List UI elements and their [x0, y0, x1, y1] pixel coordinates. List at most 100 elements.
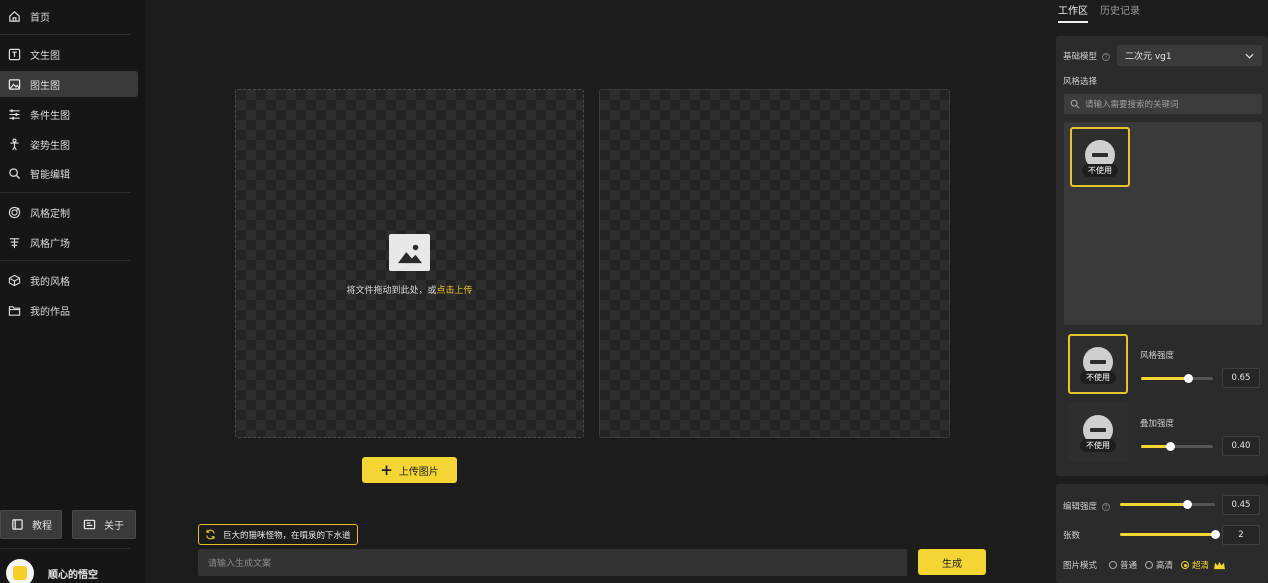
upload-button-label: 上传图片 — [398, 466, 439, 478]
sidebar-item-smart-edit[interactable]: 智能编辑 — [0, 160, 138, 186]
tab-history[interactable]: 历史记录 — [1100, 2, 1140, 23]
suggestion-text: 巨大的猫咪怪物，在噴泉的下水道 — [223, 530, 351, 541]
sidebar-item-pose[interactable]: 姿势生图 — [0, 131, 138, 157]
sidebar-item-label: 风格广场 — [30, 238, 70, 250]
sidebar-divider — [0, 548, 130, 549]
crown-icon — [1214, 561, 1225, 569]
radio-label: 普通 — [1120, 561, 1138, 571]
my-works-icon — [8, 304, 21, 317]
style-tile-none[interactable]: 不使用 — [1070, 127, 1130, 187]
picture-icon[interactable] — [389, 234, 430, 271]
sidebar-item-image-to-image[interactable]: 图生图 — [0, 71, 138, 97]
slider-fill — [1141, 377, 1188, 380]
sidebar-item-label: 我的作品 — [30, 306, 70, 318]
radio-icon — [1181, 561, 1190, 569]
prompt-suggestion[interactable]: 巨大的猫咪怪物，在噴泉的下水道 — [198, 524, 358, 545]
slider-handle[interactable] — [1211, 530, 1220, 539]
sidebar-item-condition[interactable]: 条件生图 — [0, 101, 138, 127]
pose-icon — [8, 138, 21, 151]
avatar-face-icon — [13, 566, 27, 580]
image-mode-row: 图片模式 普通 高清 超清 — [1063, 559, 1234, 571]
generate-button[interactable]: 生成 — [918, 549, 986, 575]
avatar[interactable] — [6, 559, 34, 583]
sidebar-item-label: 文生图 — [30, 50, 60, 62]
condition-icon — [8, 108, 21, 121]
text-image-icon — [8, 48, 21, 61]
generate-label: 生成 — [942, 558, 962, 570]
upload-dropzone[interactable]: 将文件拖动到此处，或点击上传 — [235, 89, 584, 438]
slider-fill — [1120, 533, 1215, 536]
count-slider[interactable] — [1120, 530, 1220, 539]
style-strength-input[interactable]: 0.65 — [1222, 368, 1260, 388]
style-slot-label: 不使用 — [1080, 438, 1116, 452]
image-mode-normal[interactable]: 普通 — [1109, 559, 1137, 571]
style-square-icon — [8, 236, 21, 249]
drop-hint-text: 将文件拖动到此处，或 — [346, 286, 437, 296]
base-model-label: 基础模型? — [1063, 50, 1111, 62]
generation-settings-card: 编辑强度? 0.45 张数 2 图片模式 普通 高清 超清 — [1056, 484, 1268, 583]
sidebar-item-home[interactable]: 首页 — [0, 3, 138, 29]
style-search-input[interactable]: 请输入需要搜索的关键词 — [1064, 94, 1262, 114]
edit-strength-input[interactable]: 0.45 — [1222, 495, 1260, 515]
style-strength-label: 风格强度 — [1140, 351, 1175, 361]
style-slot-1[interactable]: 不使用 — [1068, 334, 1128, 394]
plus-icon: + — [380, 460, 393, 479]
sidebar-item-style-custom[interactable]: 风格定制 — [0, 199, 138, 225]
click-upload-link[interactable]: 点击上传 — [437, 286, 473, 296]
smart-edit-icon — [8, 167, 21, 180]
edit-strength-slider[interactable] — [1120, 500, 1215, 509]
radio-label: 高清 — [1156, 561, 1174, 571]
style-gallery: 不使用 — [1064, 122, 1262, 325]
style-slot-2[interactable]: 不使用 — [1068, 402, 1128, 462]
upload-image-button[interactable]: + 上传图片 — [362, 457, 457, 483]
result-preview — [599, 89, 950, 438]
sidebar-item-my-works[interactable]: 我的作品 — [0, 297, 138, 323]
style-select-label: 风格选择 — [1063, 77, 1098, 87]
style-custom-icon — [8, 206, 21, 219]
slider-handle[interactable] — [1182, 500, 1192, 509]
style-tile-label: 不使用 — [1082, 163, 1118, 177]
chevron-down-icon — [1245, 53, 1254, 59]
tutorial-button[interactable]: 教程 — [0, 510, 62, 539]
about-label: 关于 — [104, 521, 124, 532]
about-button[interactable]: 关于 — [72, 510, 136, 539]
sidebar-divider — [0, 260, 130, 261]
sidebar-divider — [0, 192, 130, 193]
sidebar-item-label: 智能编辑 — [30, 169, 70, 181]
overlay-strength-label: 叠加强度 — [1140, 419, 1175, 429]
style-strength-slider[interactable] — [1141, 374, 1213, 383]
sidebar-item-label: 条件生图 — [30, 110, 70, 122]
sidebar-item-label: 图生图 — [30, 80, 60, 92]
sidebar-item-label: 风格定制 — [30, 208, 70, 220]
tutorial-label: 教程 — [32, 521, 52, 532]
base-model-select[interactable]: 二次元 vg1 — [1117, 45, 1262, 66]
user-profile[interactable]: 顺心的悟空 — [6, 559, 98, 583]
slider-handle[interactable] — [1183, 374, 1193, 383]
user-name: 顺心的悟空 — [48, 569, 98, 581]
tab-workspace[interactable]: 工作区 — [1058, 2, 1088, 23]
slider-handle[interactable] — [1165, 442, 1175, 451]
book-icon — [12, 519, 23, 530]
refresh-icon[interactable] — [205, 529, 216, 540]
radio-icon — [1109, 561, 1118, 569]
model-style-card: 基础模型? 二次元 vg1 风格选择 请输入需要搜索的关键词 不使用 不使用 风… — [1056, 36, 1268, 476]
home-icon — [8, 10, 21, 23]
help-icon[interactable]: ? — [1102, 502, 1111, 511]
sidebar-item-my-style[interactable]: 我的风格 — [0, 267, 138, 293]
sidebar-divider — [0, 34, 130, 35]
sidebar-item-style-square[interactable]: 风格广场 — [0, 229, 138, 255]
settings-panel: 工作区 历史记录 基础模型? 二次元 vg1 风格选择 请输入需要搜索的关键词 … — [1054, 0, 1268, 583]
sidebar-item-label: 首页 — [30, 12, 50, 24]
overlay-strength-slider[interactable] — [1141, 442, 1213, 451]
sidebar: 首页 文生图 图生图 条件生图 姿势生图 智能编辑 风格定制 风格广场 我的风格… — [0, 0, 145, 583]
prompt-input[interactable]: 请输入生成文案 — [198, 549, 907, 576]
overlay-strength-input[interactable]: 0.40 — [1222, 436, 1260, 456]
radio-label: 超清 — [1192, 561, 1210, 571]
sidebar-item-text-to-image[interactable]: 文生图 — [0, 41, 138, 67]
image-mode-uhd[interactable]: 超清 — [1181, 559, 1226, 571]
sidebar-item-label: 我的风格 — [30, 276, 70, 288]
count-input[interactable]: 2 — [1222, 525, 1260, 545]
image-mode-label: 图片模式 — [1063, 561, 1098, 571]
image-mode-hd[interactable]: 高清 — [1145, 559, 1173, 571]
help-icon[interactable]: ? — [1102, 52, 1111, 61]
